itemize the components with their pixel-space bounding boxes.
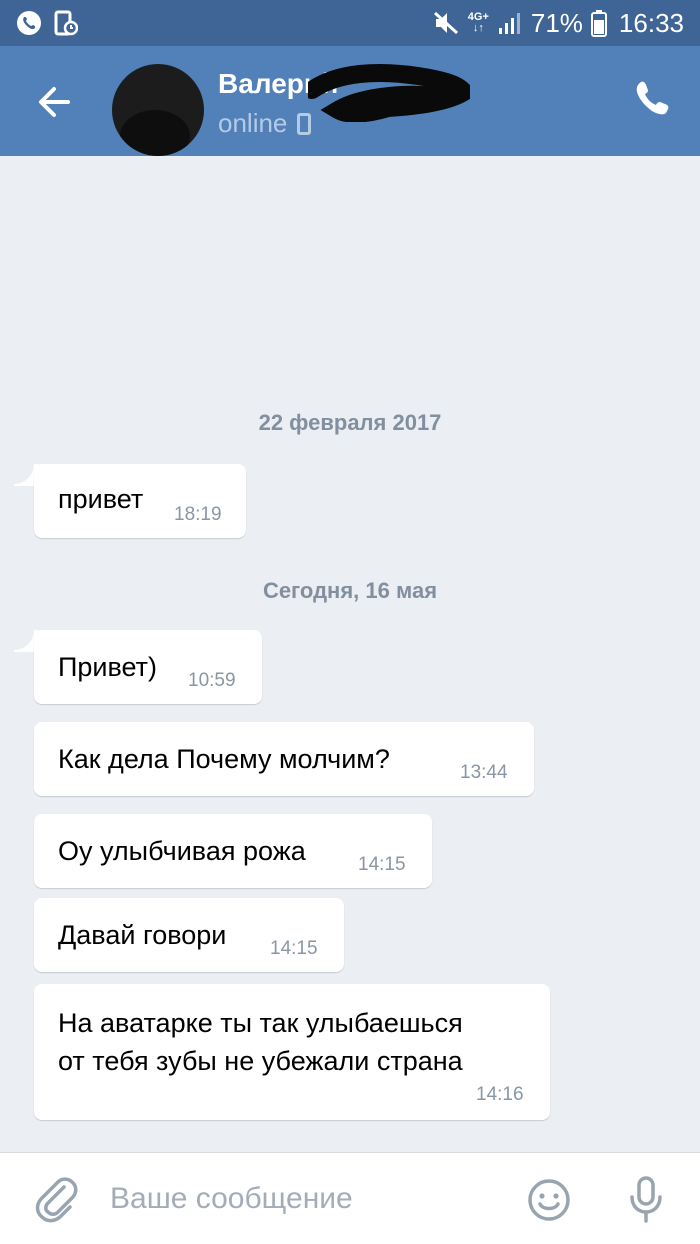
clock: 16:33 — [618, 7, 684, 38]
status-right-icons: 4G+ ↓↑ 71% 16:33 — [432, 8, 684, 39]
name-redaction-scribble — [308, 64, 470, 122]
paperclip-icon — [35, 1177, 78, 1223]
message-bubble[interactable]: Давай говори 14:15 — [34, 898, 344, 972]
message-text-line-2: от тебя зубы не убежали страна — [58, 1046, 463, 1076]
message-bubble[interactable]: Как дела Почему молчим? 13:44 — [34, 722, 534, 796]
message-time: 14:15 — [358, 854, 406, 875]
message-bubble[interactable]: привет 18:19 — [34, 464, 246, 538]
smiley-icon — [528, 1179, 570, 1221]
call-notification-icon — [17, 11, 41, 35]
message-text-line-1: На аватарке ты так улыбаешься — [58, 1008, 463, 1038]
date-separator: Сегодня, 16 мая — [262, 578, 438, 603]
phone-sync-icon — [54, 10, 78, 36]
chat-header: Валерий online — [0, 46, 700, 156]
message-bubble[interactable]: Привет) 10:59 — [34, 630, 262, 704]
message-text: Как дела Почему молчим? — [58, 744, 390, 774]
composer-bar — [0, 1152, 700, 1244]
attach-button[interactable] — [34, 1175, 80, 1223]
message-time: 14:15 — [270, 938, 318, 959]
contact-status: online — [218, 108, 312, 139]
message-time: 10:59 — [188, 670, 236, 691]
emoji-button[interactable] — [526, 1177, 572, 1223]
message-time: 13:44 — [460, 762, 508, 783]
message-bubble[interactable]: Оу улыбчивая рожа 14:15 — [34, 814, 432, 888]
network-type: 4G+ ↓↑ — [467, 11, 489, 34]
back-button[interactable] — [32, 80, 80, 124]
message-bubble[interactable]: На аватарке ты так улыбаешься от тебя зу… — [34, 984, 550, 1120]
status-left-icons — [16, 10, 78, 36]
message-time: 14:16 — [476, 1084, 524, 1105]
battery-icon — [590, 10, 607, 37]
date-separator: 22 февраля 2017 — [258, 410, 442, 435]
message-text: привет — [58, 484, 144, 514]
arrow-left-icon — [39, 87, 70, 117]
message-text: Оу улыбчивая рожа — [58, 836, 306, 866]
mobile-device-icon — [297, 112, 312, 135]
chat-area[interactable]: 22 февраля 2017 привет 18:19 Сегодня, 16… — [0, 156, 700, 1122]
microphone-icon — [630, 1176, 662, 1223]
message-input[interactable] — [110, 1175, 500, 1223]
call-button[interactable] — [632, 78, 672, 118]
mute-icon — [433, 11, 458, 35]
avatar[interactable] — [112, 64, 204, 156]
battery-percent: 71% — [530, 7, 583, 38]
message-text: Давай говори — [58, 920, 227, 950]
signal-icon — [498, 13, 520, 34]
avatar-redaction — [120, 110, 190, 156]
message-time: 18:19 — [174, 504, 222, 525]
status-bar: 4G+ ↓↑ 71% 16:33 — [0, 0, 700, 46]
phone-icon — [636, 81, 669, 115]
microphone-button[interactable] — [626, 1175, 666, 1225]
message-text: Привет) — [58, 652, 158, 682]
online-label: online — [218, 108, 288, 138]
